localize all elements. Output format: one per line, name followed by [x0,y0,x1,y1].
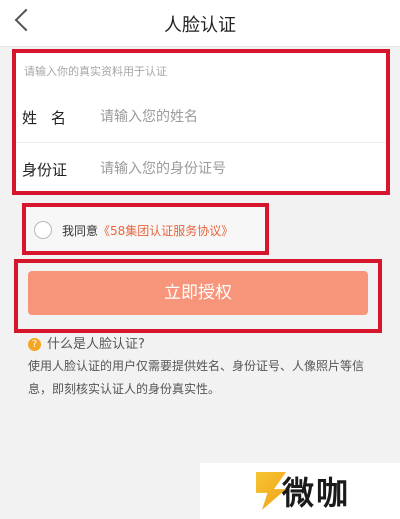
agreement-text: 我同意《58集团认证服务协议》 [62,222,233,239]
name-input[interactable] [98,103,372,131]
agree-radio-icon[interactable] [34,221,52,239]
faq-question-text: 什么是人脸认证? [47,337,145,352]
identity-form: 请输入你的真实资料用于认证 姓名 身份证 [12,49,390,195]
faq-answer: 使用人脸认证的用户仅需要提供姓名、身份证号、人像照片等信息，即刻核实认证人的身份… [28,359,365,396]
watermark-text: 微咖 [282,474,351,512]
authorize-button[interactable]: 立即授权 [28,271,368,315]
watermark-logo: 微咖 [200,463,400,519]
agreement-prefix: 我同意 [62,224,99,238]
id-card-input[interactable] [98,155,372,183]
id-card-label: 身份证 [22,161,68,179]
agreement-box: 我同意《58集团认证服务协议》 [22,203,269,255]
name-label: 姓名 [22,109,81,127]
row-divider [16,142,386,143]
name-row: 姓名 [16,93,386,139]
faq-question: ? 什么是人脸认证? [28,333,145,352]
page-title: 人脸认证 [164,15,236,36]
authorize-button-frame: 立即授权 [14,259,382,333]
id-card-row: 身份证 [16,145,386,191]
form-hint: 请输入你的真实资料用于认证 [24,65,167,78]
question-mark-icon: ? [28,338,41,351]
top-nav-bar: 人脸认证 [0,0,400,47]
agreement-link[interactable]: 《58集团认证服务协议》 [98,224,233,238]
